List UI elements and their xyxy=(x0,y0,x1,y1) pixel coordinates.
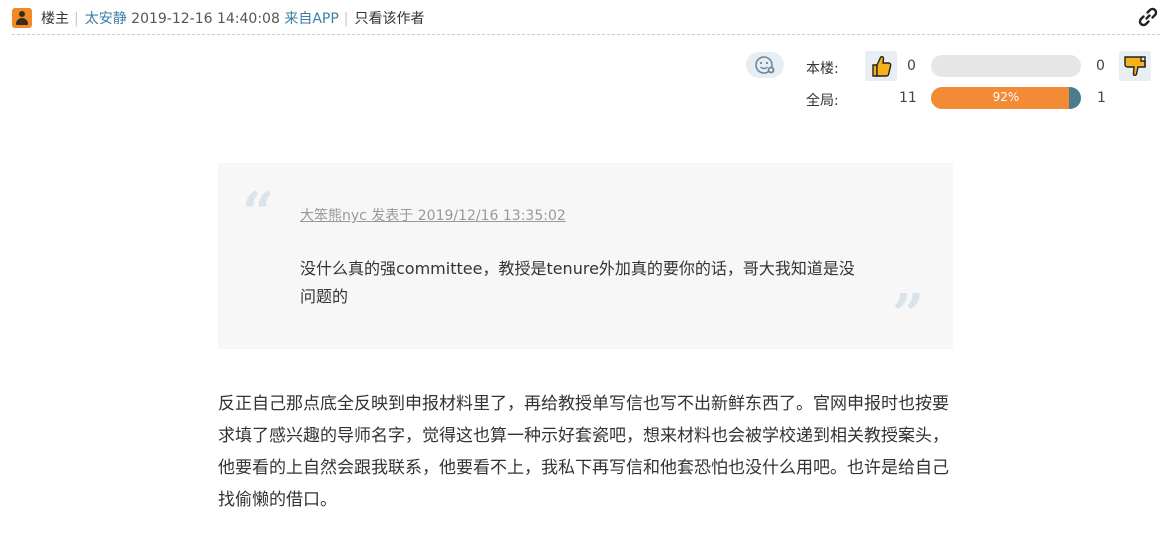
thumbs-up-icon xyxy=(872,55,892,77)
quote-source-link[interactable]: 大笨熊nyc 发表于 2019/12/16 13:35:02 xyxy=(300,205,566,225)
downvote-button[interactable] xyxy=(1119,51,1151,81)
quote-block: “ 大笨熊nyc 发表于 2019/12/16 13:35:02 没什么真的强c… xyxy=(218,163,953,349)
close-quote-icon: ” xyxy=(892,282,925,348)
separator: | xyxy=(74,11,79,27)
post-body: 反正自己那点底全反映到申报材料里了，再给教授单写信也写不出新鲜东西了。官网申报时… xyxy=(218,394,949,510)
floor-vote-bar xyxy=(931,55,1081,77)
overall-vote-bar: 92% xyxy=(931,87,1081,109)
overall-label: 全局: xyxy=(806,93,839,109)
floor-upvote-count: 0 xyxy=(907,58,916,74)
vote-panel: 本楼: 0 0 全局: 11 92% 1 xyxy=(746,50,1156,120)
link-icon[interactable] xyxy=(1138,7,1158,27)
author-link[interactable]: 太安静 xyxy=(85,11,127,27)
source-link[interactable]: 来自APP xyxy=(284,11,338,27)
thumbs-down-icon xyxy=(1124,56,1146,77)
post-header: 楼主 | 太安静 2019-12-16 14:40:08 来自APP | 只看该作者 xyxy=(12,4,1160,35)
avatar-icon[interactable] xyxy=(12,8,32,28)
only-author-link[interactable]: 只看该作者 xyxy=(355,11,425,27)
separator: | xyxy=(343,11,349,27)
overall-downvote-count: 1 xyxy=(1097,90,1106,106)
upvote-button[interactable] xyxy=(865,51,897,81)
quote-text: 没什么真的强committee，教授是tenure外加真的要你的话，哥大我知道是… xyxy=(300,259,855,306)
post-datetime: 2019-12-16 14:40:08 xyxy=(131,11,280,27)
post-meta: 楼主 | 太安静 2019-12-16 14:40:08 来自APP | 只看该作者 xyxy=(41,10,425,28)
overall-upvote-count: 11 xyxy=(899,90,917,106)
emoji-reaction-button[interactable] xyxy=(746,52,784,78)
overall-vote-percent: 92% xyxy=(992,90,1020,104)
floor-downvote-count: 0 xyxy=(1096,58,1105,74)
this-floor-label: 本楼: xyxy=(806,61,839,77)
emoji-icon xyxy=(755,56,775,74)
open-quote-icon: “ xyxy=(242,180,275,246)
role-label: 楼主 xyxy=(41,11,69,27)
